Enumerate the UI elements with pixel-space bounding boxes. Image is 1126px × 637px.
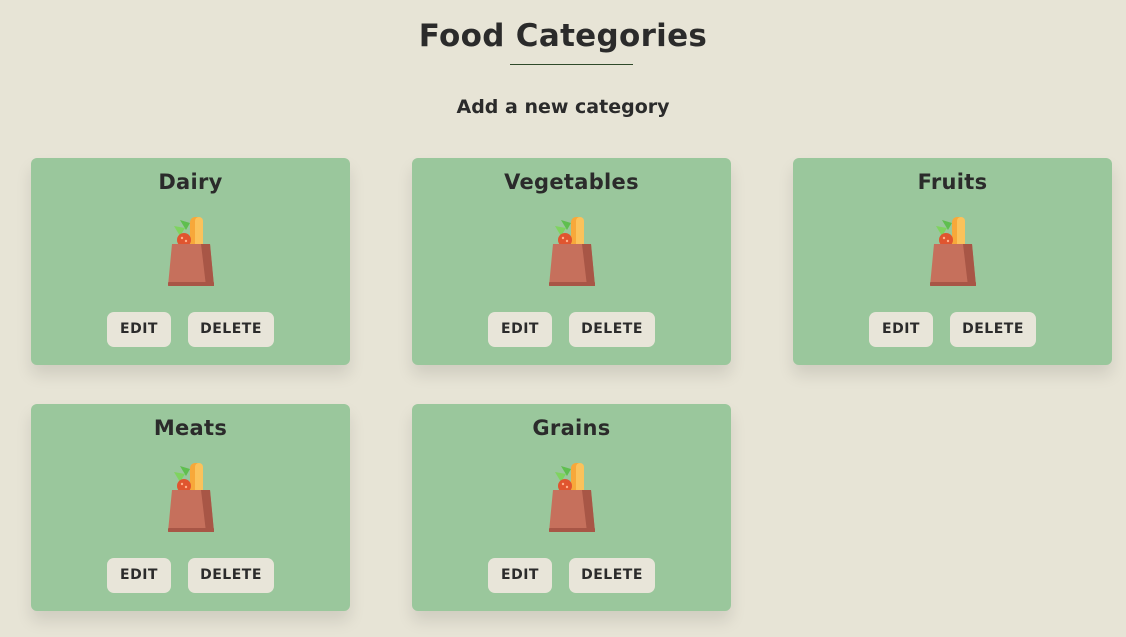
edit-button[interactable]: EDIT	[869, 312, 933, 347]
delete-button[interactable]: DELETE	[188, 312, 274, 347]
category-title: Fruits	[917, 170, 988, 194]
delete-button[interactable]: DELETE	[188, 558, 274, 593]
grocery-bag-icon	[166, 214, 216, 286]
grocery-bag-icon	[928, 214, 978, 286]
page-title: Food Categories	[418, 18, 708, 54]
delete-button[interactable]: DELETE	[569, 558, 655, 593]
edit-button[interactable]: EDIT	[107, 312, 171, 347]
delete-button[interactable]: DELETE	[569, 312, 655, 347]
category-card-dairy: Dairy EDIT DELETE	[31, 158, 350, 365]
edit-button[interactable]: EDIT	[107, 558, 171, 593]
grocery-bag-icon	[547, 460, 597, 532]
category-card-meats: Meats EDIT DELETE	[31, 404, 350, 611]
delete-button[interactable]: DELETE	[950, 312, 1036, 347]
category-card-grains: Grains EDIT DELETE	[412, 404, 731, 611]
grocery-bag-icon	[166, 460, 216, 532]
category-title: Vegetables	[504, 170, 639, 194]
add-category-link[interactable]: Add a new category	[0, 95, 1126, 119]
category-card-fruits: Fruits EDIT DELETE	[793, 158, 1112, 365]
category-title: Dairy	[158, 170, 223, 194]
category-card-vegetables: Vegetables EDIT DELETE	[412, 158, 731, 365]
grocery-bag-icon	[547, 214, 597, 286]
edit-button[interactable]: EDIT	[488, 312, 552, 347]
category-title: Meats	[153, 416, 228, 440]
edit-button[interactable]: EDIT	[488, 558, 552, 593]
category-title: Grains	[532, 416, 611, 440]
title-underline	[510, 64, 633, 65]
